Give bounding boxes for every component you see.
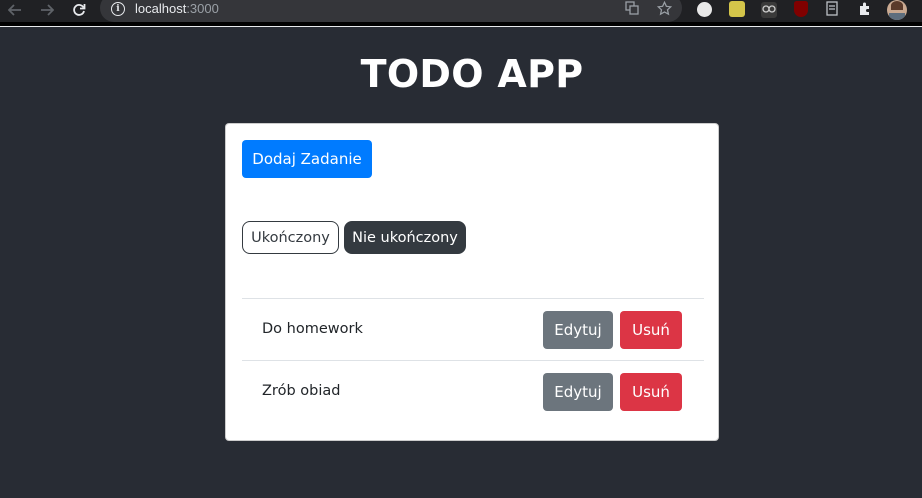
filter-not-completed-button[interactable]: Nie ukończony: [344, 221, 466, 254]
forward-icon[interactable]: [36, 0, 58, 20]
delete-task-button[interactable]: Usuń: [620, 311, 682, 349]
url-host: localhost: [135, 1, 187, 16]
task-row: Do homework Edytuj Usuń: [242, 298, 704, 360]
url-port: :3000: [186, 1, 219, 16]
extension-1-icon[interactable]: [697, 2, 712, 17]
filter-completed-button[interactable]: Ukończony: [242, 221, 339, 254]
browser-toolbar: i localhost:3000: [0, 0, 922, 22]
task-title: Do homework: [262, 321, 363, 337]
extension-2-icon[interactable]: [729, 1, 745, 17]
page-title: TODO APP: [360, 52, 584, 96]
extension-5-icon[interactable]: [825, 1, 841, 17]
add-task-button[interactable]: Dodaj Zadanie: [242, 140, 372, 178]
address-bar[interactable]: i localhost:3000: [100, 0, 682, 22]
edit-task-button[interactable]: Edytuj: [543, 311, 613, 349]
delete-task-button[interactable]: Usuń: [620, 373, 682, 411]
extension-3-icon[interactable]: [761, 2, 777, 18]
info-icon[interactable]: i: [111, 2, 125, 16]
task-row: Zrób obiad Edytuj Usuń: [242, 360, 704, 422]
ublock-icon[interactable]: [794, 1, 808, 17]
translate-icon[interactable]: [624, 0, 640, 16]
puzzle-icon[interactable]: [857, 1, 873, 17]
url-text: localhost:3000: [135, 1, 219, 16]
toolbar-edge: [0, 26, 922, 27]
star-icon[interactable]: [656, 0, 672, 16]
task-title: Zrób obiad: [262, 383, 341, 399]
back-icon[interactable]: [4, 0, 26, 20]
reload-icon[interactable]: [68, 0, 90, 20]
task-list: Do homework Edytuj Usuń Zrób obiad Edytu…: [242, 298, 704, 422]
profile-avatar[interactable]: [887, 0, 907, 20]
todo-card: Dodaj Zadanie Ukończony Nie ukończony Do…: [225, 123, 719, 441]
edit-task-button[interactable]: Edytuj: [543, 373, 613, 411]
